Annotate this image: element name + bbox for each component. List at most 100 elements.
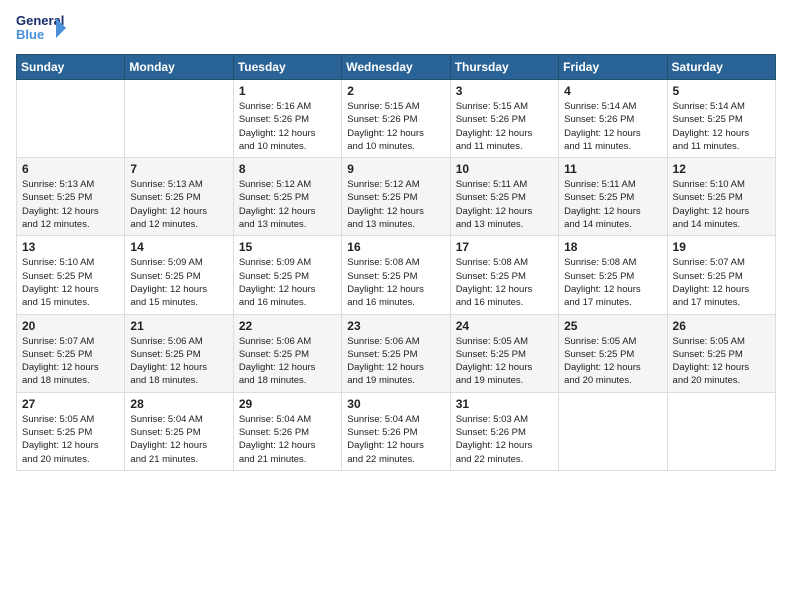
day-info: Sunrise: 5:09 AM Sunset: 5:25 PM Dayligh…: [130, 256, 227, 309]
day-info: Sunrise: 5:07 AM Sunset: 5:25 PM Dayligh…: [673, 256, 770, 309]
day-number: 31: [456, 397, 553, 411]
day-info: Sunrise: 5:04 AM Sunset: 5:26 PM Dayligh…: [239, 413, 336, 466]
header: GeneralBlue: [16, 10, 776, 46]
svg-text:Blue: Blue: [16, 27, 44, 42]
day-info: Sunrise: 5:07 AM Sunset: 5:25 PM Dayligh…: [22, 335, 119, 388]
day-info: Sunrise: 5:15 AM Sunset: 5:26 PM Dayligh…: [347, 100, 444, 153]
weekday-sunday: Sunday: [17, 55, 125, 80]
calendar-cell: 25 Sunrise: 5:05 AM Sunset: 5:25 PM Dayli…: [559, 314, 667, 392]
calendar-cell: 16Sunrise: 5:08 AM Sunset: 5:25 PM Dayli…: [342, 236, 450, 314]
calendar-cell: [667, 392, 775, 470]
day-info: Sunrise: 5:14 AM Sunset: 5:25 PM Dayligh…: [673, 100, 770, 153]
calendar-cell: 29 Sunrise: 5:04 AM Sunset: 5:26 PM Dayli…: [233, 392, 341, 470]
day-info: Sunrise: 5:09 AM Sunset: 5:25 PM Dayligh…: [239, 256, 336, 309]
calendar-cell: 13 Sunrise: 5:10 AM Sunset: 5:25 PM Dayli…: [17, 236, 125, 314]
day-info: Sunrise: 5:12 AM Sunset: 5:25 PM Dayligh…: [347, 178, 444, 231]
weekday-friday: Friday: [559, 55, 667, 80]
day-number: 14: [130, 240, 227, 254]
weekday-thursday: Thursday: [450, 55, 558, 80]
week-row-4: 20 Sunrise: 5:07 AM Sunset: 5:25 PM Dayli…: [17, 314, 776, 392]
weekday-saturday: Saturday: [667, 55, 775, 80]
day-number: 24: [456, 319, 553, 333]
calendar-cell: 23 Sunrise: 5:06 AM Sunset: 5:25 PM Dayli…: [342, 314, 450, 392]
day-info: Sunrise: 5:13 AM Sunset: 5:25 PM Dayligh…: [22, 178, 119, 231]
calendar-cell: [559, 392, 667, 470]
calendar-cell: 15 Sunrise: 5:09 AM Sunset: 5:25 PM Dayli…: [233, 236, 341, 314]
day-number: 19: [673, 240, 770, 254]
calendar-cell: 4 Sunrise: 5:14 AM Sunset: 5:26 PM Daylig…: [559, 80, 667, 158]
day-info: Sunrise: 5:05 AM Sunset: 5:25 PM Dayligh…: [564, 335, 661, 388]
week-row-3: 13 Sunrise: 5:10 AM Sunset: 5:25 PM Dayli…: [17, 236, 776, 314]
calendar-cell: [125, 80, 233, 158]
day-number: 29: [239, 397, 336, 411]
calendar-cell: 2 Sunrise: 5:15 AM Sunset: 5:26 PM Daylig…: [342, 80, 450, 158]
day-number: 4: [564, 84, 661, 98]
day-number: 26: [673, 319, 770, 333]
day-info: Sunrise: 5:08 AM Sunset: 5:25 PM Dayligh…: [564, 256, 661, 309]
calendar-cell: 30 Sunrise: 5:04 AM Sunset: 5:26 PM Dayli…: [342, 392, 450, 470]
day-number: 30: [347, 397, 444, 411]
calendar-cell: [17, 80, 125, 158]
calendar-cell: 9 Sunrise: 5:12 AM Sunset: 5:25 PM Daylig…: [342, 158, 450, 236]
weekday-header-row: SundayMondayTuesdayWednesdayThursdayFrid…: [17, 55, 776, 80]
day-info: Sunrise: 5:13 AM Sunset: 5:25 PM Dayligh…: [130, 178, 227, 231]
day-info: Sunrise: 5:11 AM Sunset: 5:25 PM Dayligh…: [564, 178, 661, 231]
day-info: Sunrise: 5:05 AM Sunset: 5:25 PM Dayligh…: [456, 335, 553, 388]
day-number: 12: [673, 162, 770, 176]
calendar-cell: 31 Sunrise: 5:03 AM Sunset: 5:26 PM Dayli…: [450, 392, 558, 470]
logo-svg: GeneralBlue: [16, 10, 68, 46]
calendar-cell: 20 Sunrise: 5:07 AM Sunset: 5:25 PM Dayli…: [17, 314, 125, 392]
day-info: Sunrise: 5:05 AM Sunset: 5:25 PM Dayligh…: [22, 413, 119, 466]
week-row-5: 27 Sunrise: 5:05 AM Sunset: 5:25 PM Dayli…: [17, 392, 776, 470]
day-number: 25: [564, 319, 661, 333]
day-info: Sunrise: 5:16 AM Sunset: 5:26 PM Dayligh…: [239, 100, 336, 153]
calendar-cell: 26 Sunrise: 5:05 AM Sunset: 5:25 PM Dayli…: [667, 314, 775, 392]
week-row-2: 6 Sunrise: 5:13 AM Sunset: 5:25 PM Daylig…: [17, 158, 776, 236]
day-number: 13: [22, 240, 119, 254]
day-number: 11: [564, 162, 661, 176]
day-info: Sunrise: 5:12 AM Sunset: 5:25 PM Dayligh…: [239, 178, 336, 231]
calendar-cell: 12Sunrise: 5:10 AM Sunset: 5:25 PM Dayli…: [667, 158, 775, 236]
day-info: Sunrise: 5:04 AM Sunset: 5:25 PM Dayligh…: [130, 413, 227, 466]
day-info: Sunrise: 5:11 AM Sunset: 5:25 PM Dayligh…: [456, 178, 553, 231]
calendar-cell: 1Sunrise: 5:16 AM Sunset: 5:26 PM Daylig…: [233, 80, 341, 158]
day-number: 23: [347, 319, 444, 333]
day-number: 27: [22, 397, 119, 411]
day-number: 17: [456, 240, 553, 254]
day-number: 3: [456, 84, 553, 98]
day-number: 2: [347, 84, 444, 98]
day-number: 15: [239, 240, 336, 254]
day-info: Sunrise: 5:10 AM Sunset: 5:25 PM Dayligh…: [22, 256, 119, 309]
day-number: 21: [130, 319, 227, 333]
day-info: Sunrise: 5:05 AM Sunset: 5:25 PM Dayligh…: [673, 335, 770, 388]
day-number: 9: [347, 162, 444, 176]
logo: GeneralBlue: [16, 10, 68, 46]
day-info: Sunrise: 5:08 AM Sunset: 5:25 PM Dayligh…: [347, 256, 444, 309]
calendar-cell: 7 Sunrise: 5:13 AM Sunset: 5:25 PM Daylig…: [125, 158, 233, 236]
day-number: 6: [22, 162, 119, 176]
day-info: Sunrise: 5:14 AM Sunset: 5:26 PM Dayligh…: [564, 100, 661, 153]
calendar-cell: 8 Sunrise: 5:12 AM Sunset: 5:25 PM Daylig…: [233, 158, 341, 236]
day-number: 22: [239, 319, 336, 333]
day-number: 20: [22, 319, 119, 333]
day-info: Sunrise: 5:03 AM Sunset: 5:26 PM Dayligh…: [456, 413, 553, 466]
calendar-cell: 17Sunrise: 5:08 AM Sunset: 5:25 PM Dayli…: [450, 236, 558, 314]
calendar: SundayMondayTuesdayWednesdayThursdayFrid…: [16, 54, 776, 471]
week-row-1: 1Sunrise: 5:16 AM Sunset: 5:26 PM Daylig…: [17, 80, 776, 158]
calendar-cell: 5Sunrise: 5:14 AM Sunset: 5:25 PM Daylig…: [667, 80, 775, 158]
day-info: Sunrise: 5:06 AM Sunset: 5:25 PM Dayligh…: [347, 335, 444, 388]
day-number: 10: [456, 162, 553, 176]
weekday-wednesday: Wednesday: [342, 55, 450, 80]
calendar-cell: 10 Sunrise: 5:11 AM Sunset: 5:25 PM Dayli…: [450, 158, 558, 236]
page: GeneralBlue SundayMondayTuesdayWednesday…: [0, 0, 792, 612]
day-info: Sunrise: 5:15 AM Sunset: 5:26 PM Dayligh…: [456, 100, 553, 153]
day-number: 18: [564, 240, 661, 254]
day-info: Sunrise: 5:04 AM Sunset: 5:26 PM Dayligh…: [347, 413, 444, 466]
calendar-cell: 22Sunrise: 5:06 AM Sunset: 5:25 PM Dayli…: [233, 314, 341, 392]
day-number: 7: [130, 162, 227, 176]
calendar-cell: 3 Sunrise: 5:15 AM Sunset: 5:26 PM Daylig…: [450, 80, 558, 158]
calendar-cell: 14 Sunrise: 5:09 AM Sunset: 5:25 PM Dayli…: [125, 236, 233, 314]
calendar-cell: 11 Sunrise: 5:11 AM Sunset: 5:25 PM Dayli…: [559, 158, 667, 236]
day-number: 8: [239, 162, 336, 176]
calendar-cell: 27 Sunrise: 5:05 AM Sunset: 5:25 PM Dayli…: [17, 392, 125, 470]
